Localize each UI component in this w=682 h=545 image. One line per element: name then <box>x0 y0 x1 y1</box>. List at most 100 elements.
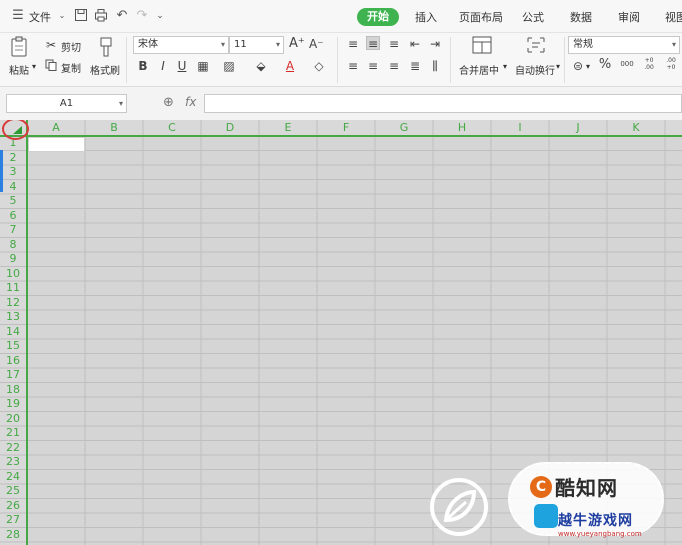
tab-view[interactable]: 视图 <box>665 9 682 25</box>
column-header-a[interactable]: A <box>27 120 85 136</box>
align-left-icon[interactable]: ≡ <box>346 59 360 73</box>
border-icon[interactable]: ▦ <box>196 59 210 73</box>
tab-home[interactable]: 开始 <box>357 8 399 26</box>
formula-input[interactable] <box>204 94 682 113</box>
format-painter-icon[interactable] <box>96 36 116 57</box>
row-header-7[interactable]: 7 <box>0 223 26 238</box>
row-header-2[interactable]: 2 <box>0 151 26 166</box>
select-all-button[interactable] <box>13 126 22 134</box>
indent-decrease-icon[interactable]: ⇤ <box>408 37 422 51</box>
chevron-down-icon[interactable]: ⌄ <box>54 8 70 24</box>
copy-icon[interactable] <box>44 59 58 73</box>
row-header-21[interactable]: 21 <box>0 426 26 441</box>
redo-icon[interactable]: ↷ <box>134 8 150 24</box>
column-header-b[interactable]: B <box>85 120 143 136</box>
paste-button[interactable]: 粘贴 <box>9 62 29 77</box>
align-right-icon[interactable]: ≡ <box>387 59 401 73</box>
name-box[interactable]: A1 ▾ <box>6 94 127 113</box>
row-header-19[interactable]: 19 <box>0 397 26 412</box>
column-header-c[interactable]: C <box>143 120 201 136</box>
paste-dropdown-icon[interactable]: ▾ <box>32 62 36 71</box>
column-header-e[interactable]: E <box>259 120 317 136</box>
row-header-24[interactable]: 24 <box>0 470 26 485</box>
row-header-4[interactable]: 4 <box>0 180 26 195</box>
font-size-select[interactable]: 11 ▾ <box>229 36 284 54</box>
align-middle-icon[interactable]: ≡ <box>366 36 380 51</box>
font-name-select[interactable]: 宋体 ▾ <box>133 36 229 54</box>
column-header-g[interactable]: G <box>375 120 433 136</box>
row-header-11[interactable]: 11 <box>0 281 26 296</box>
tab-review[interactable]: 审阅 <box>618 9 640 25</box>
indent-increase-icon[interactable]: ⇥ <box>428 37 442 51</box>
merge-cells-icon[interactable] <box>472 36 492 56</box>
tab-formulas[interactable]: 公式 <box>522 9 544 25</box>
copy-button[interactable]: 复制 <box>61 60 81 75</box>
column-header-f[interactable]: F <box>317 120 375 136</box>
row-header-26[interactable]: 26 <box>0 499 26 514</box>
merge-center-button[interactable]: 合并居中 <box>459 62 499 77</box>
row-header-17[interactable]: 17 <box>0 368 26 383</box>
distributed-icon[interactable]: ⫼ <box>428 59 442 73</box>
italic-icon[interactable]: I <box>156 59 170 73</box>
align-center-icon[interactable]: ≡ <box>366 59 380 73</box>
column-header-i[interactable]: I <box>491 120 549 136</box>
column-header-k[interactable]: K <box>607 120 665 136</box>
row-header-28[interactable]: 28 <box>0 528 26 543</box>
column-header-d[interactable]: D <box>201 120 259 136</box>
row-header-27[interactable]: 27 <box>0 513 26 528</box>
row-header-6[interactable]: 6 <box>0 209 26 224</box>
paste-icon[interactable] <box>10 36 30 57</box>
justify-icon[interactable]: ≣ <box>408 59 422 73</box>
row-header-20[interactable]: 20 <box>0 412 26 427</box>
format-painter-button[interactable]: 格式刷 <box>90 62 120 77</box>
row-header-14[interactable]: 14 <box>0 325 26 340</box>
thousands-separator-icon[interactable]: 000 <box>618 57 636 71</box>
row-header-16[interactable]: 16 <box>0 354 26 369</box>
align-bottom-icon[interactable]: ≡ <box>387 37 401 51</box>
row-header-18[interactable]: 18 <box>0 383 26 398</box>
undo-icon[interactable]: ↶ <box>114 8 130 24</box>
row-header-3[interactable]: 3 <box>0 165 26 180</box>
scissors-icon[interactable]: ✂ <box>44 38 58 52</box>
currency-icon[interactable]: ⊜ <box>571 59 585 73</box>
row-header-13[interactable]: 13 <box>0 310 26 325</box>
fx-icon[interactable]: fx <box>185 95 196 109</box>
eraser-icon[interactable]: ◇ <box>312 59 326 73</box>
row-header-25[interactable]: 25 <box>0 484 26 499</box>
currency-dropdown-icon[interactable]: ▾ <box>586 62 590 71</box>
wrap-dropdown-icon[interactable]: ▾ <box>556 62 560 71</box>
row-header-12[interactable]: 12 <box>0 296 26 311</box>
increase-font-icon[interactable]: A⁺ <box>289 37 305 51</box>
paint-bucket-icon[interactable]: ⬙ <box>254 59 268 73</box>
percent-icon[interactable]: % <box>598 58 612 72</box>
row-header-22[interactable]: 22 <box>0 441 26 456</box>
number-format-select[interactable]: 常规 ▾ <box>568 36 680 54</box>
wrap-text-button[interactable]: 自动换行 <box>515 62 555 77</box>
tab-insert[interactable]: 插入 <box>415 9 437 25</box>
decrease-decimal-icon[interactable]: .00 +0 <box>662 57 680 71</box>
increase-decimal-icon[interactable]: +0 .00 <box>640 57 658 71</box>
merge-dropdown-icon[interactable]: ▾ <box>503 62 507 71</box>
row-header-15[interactable]: 15 <box>0 339 26 354</box>
save-icon[interactable] <box>73 8 89 24</box>
row-header-23[interactable]: 23 <box>0 455 26 470</box>
tab-data[interactable]: 数据 <box>570 9 592 25</box>
row-header-8[interactable]: 8 <box>0 238 26 253</box>
column-header-j[interactable]: J <box>549 120 607 136</box>
print-icon[interactable] <box>93 8 109 24</box>
decrease-font-icon[interactable]: A⁻ <box>309 37 324 51</box>
underline-icon[interactable]: U <box>175 59 189 73</box>
wrap-text-icon[interactable] <box>526 36 546 56</box>
file-menu[interactable]: 文件 <box>29 9 51 25</box>
row-header-10[interactable]: 10 <box>0 267 26 282</box>
column-header-h[interactable]: H <box>433 120 491 136</box>
customize-icon[interactable]: ⌄ <box>152 8 168 24</box>
fill-color-icon[interactable]: ▨ <box>222 59 236 73</box>
active-cell-a1[interactable] <box>28 137 85 152</box>
menu-icon[interactable]: ☰ <box>10 8 26 24</box>
row-header-9[interactable]: 9 <box>0 252 26 267</box>
row-header-5[interactable]: 5 <box>0 194 26 209</box>
bold-icon[interactable]: B <box>136 59 150 73</box>
font-color-icon[interactable]: A <box>283 59 297 73</box>
cut-button[interactable]: 剪切 <box>61 39 81 54</box>
